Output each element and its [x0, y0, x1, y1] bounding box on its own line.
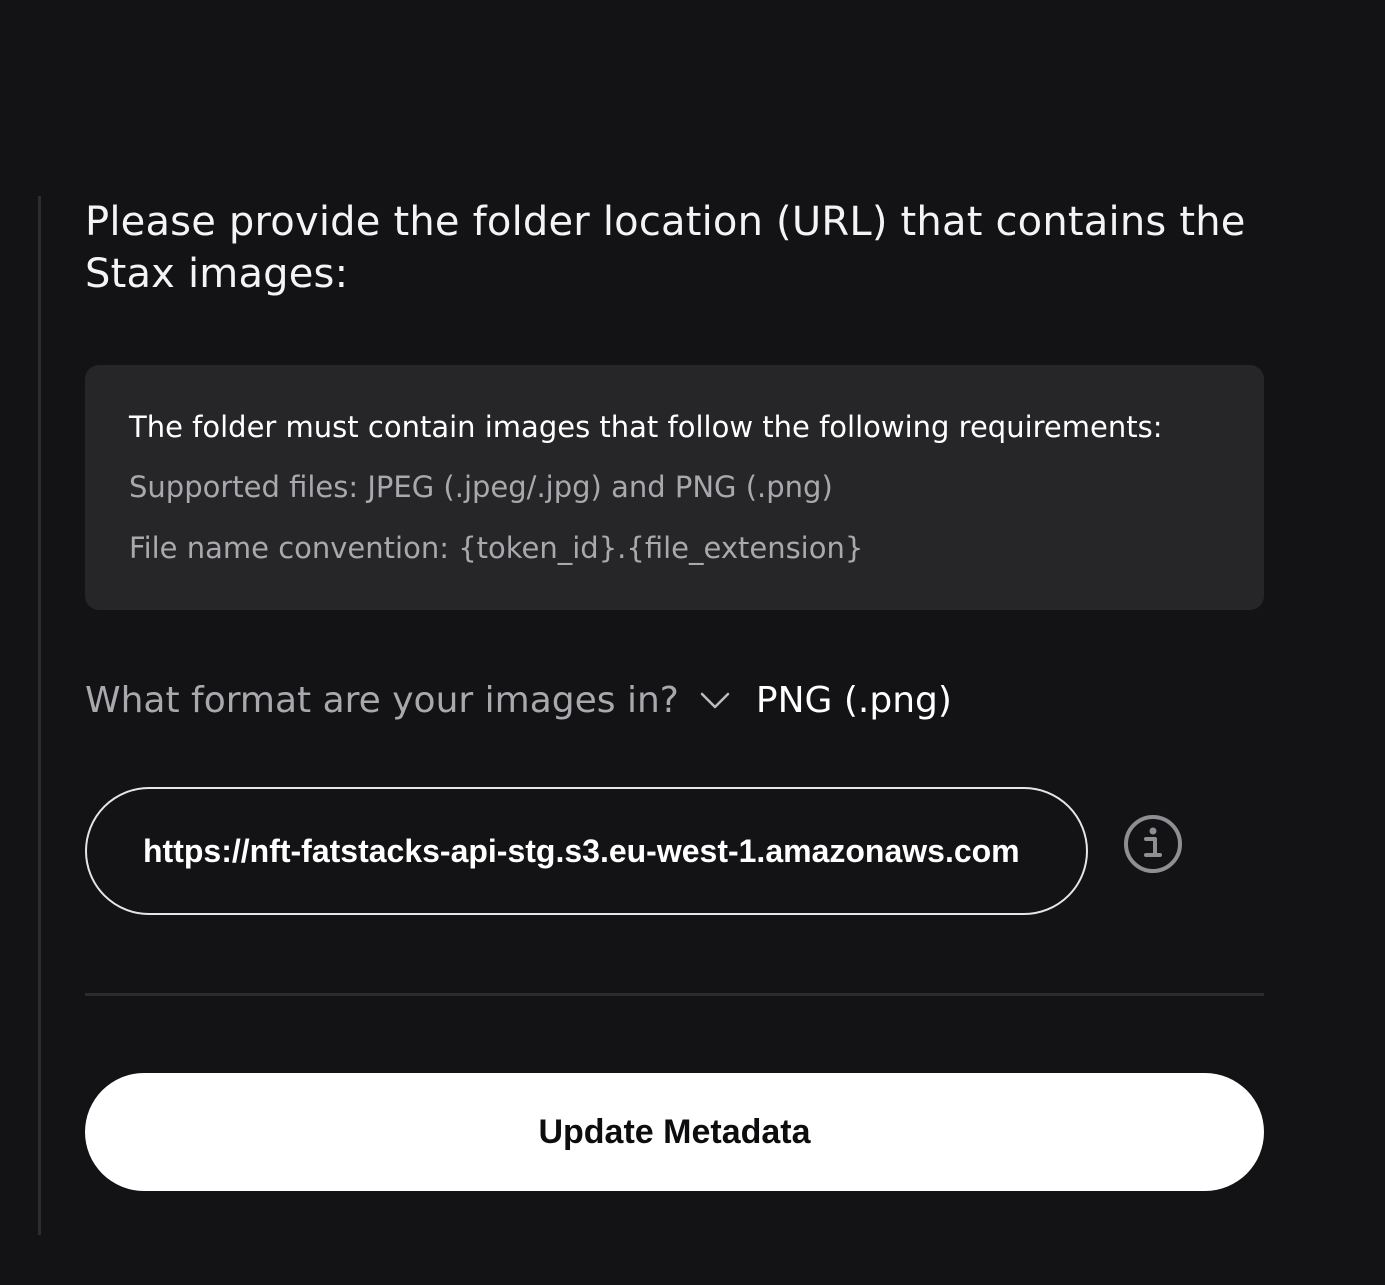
page: Please provide the folder location (URL)…	[0, 0, 1385, 1285]
form-section: Please provide the folder location (URL)…	[85, 196, 1264, 1191]
info-icon[interactable]	[1122, 813, 1184, 875]
format-select[interactable]: What format are your images in? PNG (.pn…	[85, 676, 952, 724]
update-metadata-button[interactable]: Update Metadata	[85, 1073, 1264, 1191]
folder-url-input[interactable]	[85, 787, 1088, 915]
page-title: Please provide the folder location (URL)…	[85, 199, 1246, 297]
divider	[85, 993, 1264, 996]
url-row	[85, 787, 1264, 915]
format-select-value[interactable]: PNG (.png)	[756, 680, 952, 721]
chevron-down-icon[interactable]	[699, 684, 731, 716]
left-border	[38, 196, 41, 1235]
naming-convention-text: File name convention: {token_id}.{file_e…	[129, 531, 864, 565]
supported-files-text: Supported files: JPEG (.jpeg/.jpg) and P…	[129, 470, 833, 504]
requirements-title: The folder must contain images that foll…	[129, 410, 1163, 444]
format-select-label: What format are your images in?	[85, 679, 679, 721]
requirements-box: The folder must contain images that foll…	[85, 365, 1264, 610]
